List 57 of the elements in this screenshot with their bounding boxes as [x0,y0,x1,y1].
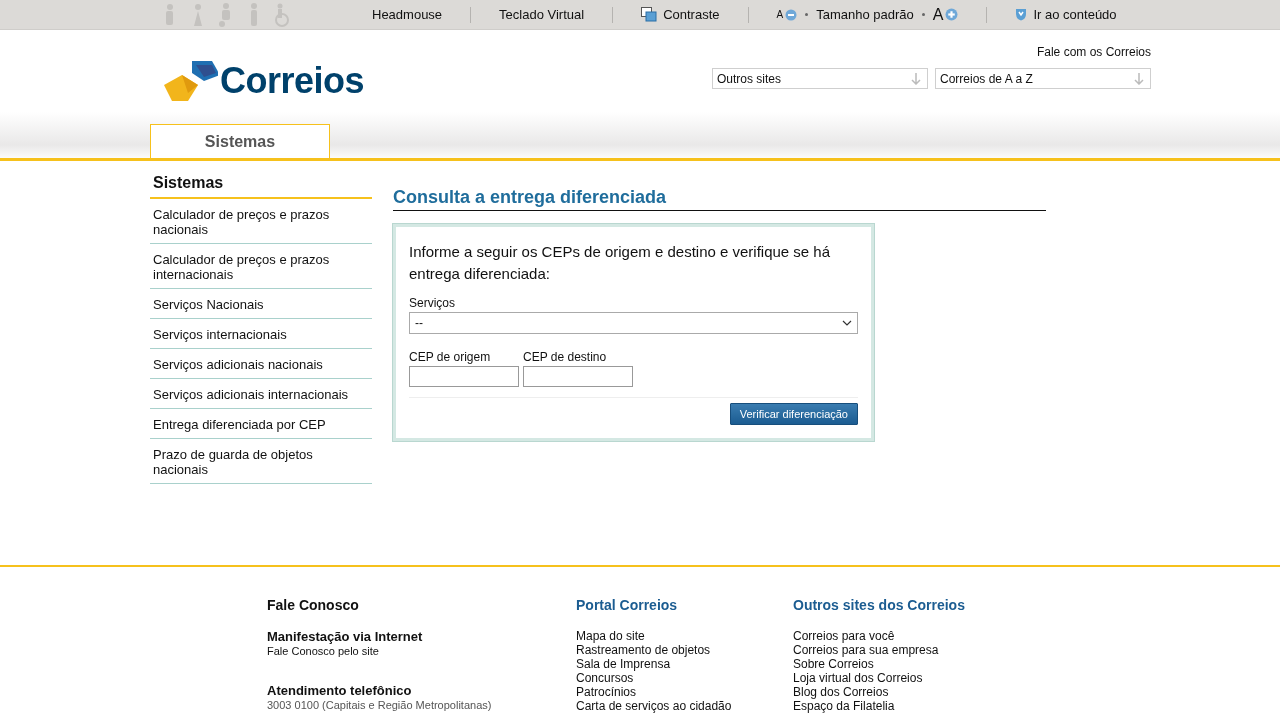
footer-subheading: Manifestação via Internet [267,629,424,644]
footer-link[interactable]: Blog dos Correios [793,685,965,699]
destination-cep-field[interactable] [523,366,633,387]
site-dropdown[interactable]: Outros sites [712,68,928,89]
footer-subheading: Atendimento telefônico [267,683,413,698]
field-label: CEP de origem [409,350,492,364]
footer-link[interactable]: Loja virtual dos Correios [793,671,965,685]
footer-text: 3003 0100 (Capitais e Região Metropolitanas) [267,698,493,712]
footer-link[interactable]: Correios para você [793,629,965,643]
services-select[interactable]: -- [409,312,858,334]
sidebar-item[interactable]: Serviços adicionais internacionais [150,379,372,409]
footer-link[interactable]: Sala de Imprensa [576,657,793,671]
verify-button[interactable]: Verificar diferenciação [729,403,858,425]
sidebar-item[interactable]: Calculador de preços e prazos nacionais [150,199,372,244]
footer-heading: Fale Conosco [267,597,360,613]
form-intro: Informe a seguir os CEPs de origem e destino e verifique se há entrega diferenciada: [409,242,832,284]
nav-tab[interactable]: Sistemas [150,124,330,158]
footer-link[interactable]: Correios para sua empresa [793,643,965,657]
skip-to-content-link[interactable]: Ir ao conteúdo [1015,7,1117,22]
sidebar-item[interactable]: Calculador de preços e prazos internacionais [150,244,372,289]
contrast-icon [641,7,658,22]
sidebar-title: Sistemas [150,171,372,199]
footer-link[interactable]: Rastreamento de objetos [576,643,793,657]
field-label: CEP de destino [523,350,608,364]
decrease-font-button[interactable]: A [776,8,798,21]
increase-font-button[interactable]: A [932,5,959,24]
correios-logo-icon [162,59,218,103]
footer-link[interactable]: Mapa do site [576,629,793,643]
accessibility-link[interactable]: Headmouse [372,7,443,22]
page-title: Consulta a entrega diferenciada [393,187,1046,211]
sidebar-item[interactable]: Serviços Nacionais [150,289,372,319]
dot-icon [805,13,809,16]
sidebar-item[interactable]: Serviços adicionais nacionais [150,349,372,379]
site-dropdown[interactable]: Correios de A a Z [935,68,1151,89]
down-arrow-icon [1134,72,1144,85]
sidebar-item[interactable]: Serviços internacionais [150,319,372,349]
field-label: Serviços [409,296,456,310]
default-font-size-link[interactable]: Tamanho padrão [816,7,914,22]
footer-link[interactable]: Sobre Correios [793,657,965,671]
contact-link[interactable]: Fale com os Correios [1036,45,1151,59]
footer-link[interactable]: Carta de serviços ao cidadão [576,699,793,713]
logo-text: Correios [220,60,365,102]
footer-heading: Outros sites dos Correios [793,597,965,613]
accessibility-link[interactable]: Teclado Virtual [499,7,585,22]
down-arrow-icon [911,72,921,85]
shield-icon [1015,8,1028,21]
chevron-down-icon [842,320,852,326]
footer-link[interactable]: Concursos [576,671,793,685]
sidebar-item[interactable]: Entrega diferenciada por CEP [150,409,372,439]
footer-heading: Portal Correios [576,597,679,613]
footer-link[interactable]: Patrocínios [576,685,793,699]
origin-cep-field[interactable] [409,366,519,387]
dot-icon [921,13,925,16]
footer-text: Fale Conosco pelo site [267,644,380,658]
footer-link[interactable]: Espaço da Filatelia [793,699,965,713]
contrast-link[interactable]: Contraste [641,7,720,22]
sidebar-item[interactable]: Prazo de guarda de objetos nacionais [150,439,372,484]
